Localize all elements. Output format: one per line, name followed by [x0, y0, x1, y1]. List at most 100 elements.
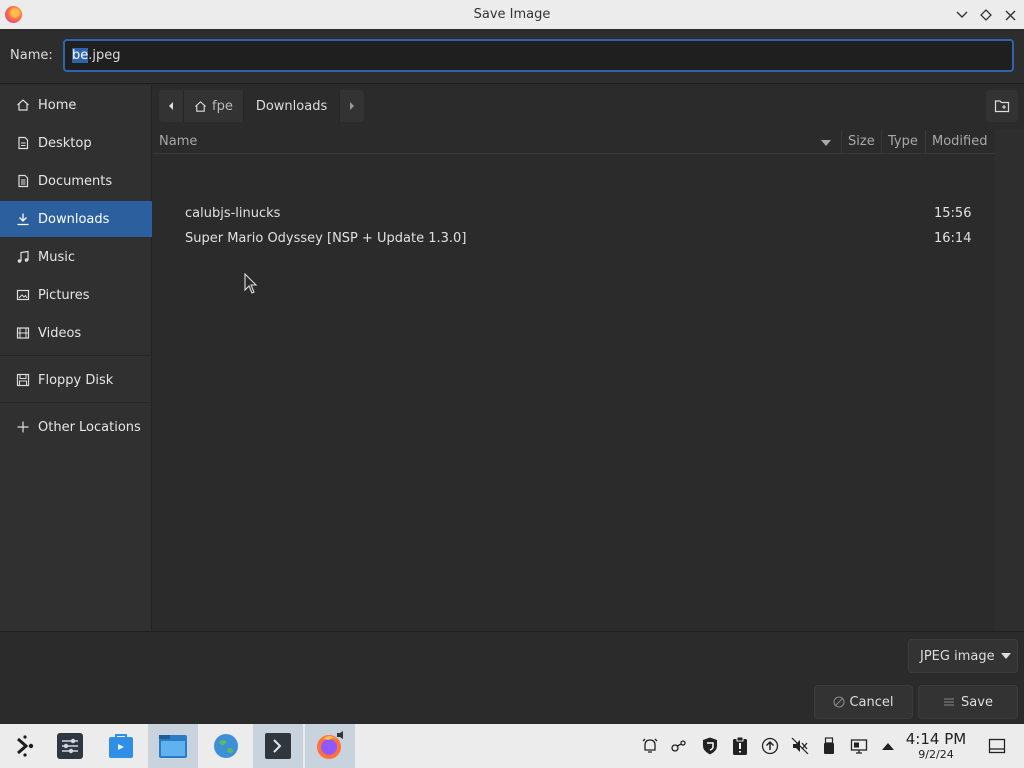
display-icon[interactable]	[848, 734, 870, 758]
sidebar-item-music[interactable]: Music	[0, 239, 152, 275]
folder-app-icon	[159, 735, 187, 758]
taskbar-files[interactable]	[148, 724, 198, 768]
file-type-label: JPEG image	[920, 648, 995, 664]
show-desktop-icon[interactable]	[986, 734, 1008, 758]
discover-store-icon	[109, 734, 133, 758]
column-header: Name Size Type Modified	[153, 130, 995, 154]
update-icon[interactable]	[759, 734, 781, 758]
sidebar-item-label: Floppy Disk	[38, 372, 114, 388]
videos-icon	[16, 326, 30, 340]
column-name-label: Name	[159, 134, 198, 149]
file-name: calubjs-linucks	[185, 206, 281, 221]
taskbar-browser[interactable]	[201, 724, 251, 768]
sidebar-item-label: Other Locations	[38, 419, 141, 435]
sidebar-item-downloads[interactable]: Downloads	[0, 201, 152, 237]
sidebar-item-label: Documents	[38, 173, 113, 189]
taskbar-settings[interactable]	[45, 724, 95, 768]
notifications-icon[interactable]	[639, 734, 661, 758]
places-sidebar: Home Desktop Documents Downloads Music P…	[0, 85, 152, 631]
app-launcher-button[interactable]	[0, 724, 50, 768]
new-folder-button[interactable]	[986, 90, 1018, 122]
path-button-home[interactable]: fpe	[184, 90, 244, 122]
plus-icon	[16, 420, 30, 434]
sidebar-item-label: Music	[38, 249, 75, 265]
table-row[interactable]: calubjs-linucks 15:56	[153, 201, 995, 226]
file-type-dropdown[interactable]: JPEG image	[908, 639, 1018, 673]
desktop-icon	[16, 136, 30, 150]
floppy-icon	[16, 373, 30, 387]
path-current-label: Downloads	[255, 98, 328, 114]
close-button[interactable]	[1000, 5, 1020, 25]
taskbar-terminal[interactable]	[253, 724, 303, 768]
settings-app-icon	[57, 733, 83, 759]
firefox-icon	[317, 731, 343, 759]
window-title: Save Image	[473, 7, 551, 22]
sort-down-icon	[821, 140, 831, 146]
cancel-button[interactable]: Cancel	[814, 685, 913, 719]
column-type[interactable]: Type	[881, 130, 925, 154]
column-size[interactable]: Size	[841, 130, 881, 154]
name-input-extension: .jpeg	[88, 48, 121, 63]
sidebar-item-documents[interactable]: Documents	[0, 163, 152, 199]
shield-icon[interactable]	[699, 734, 721, 758]
downloads-icon	[16, 212, 30, 226]
taskbar: 4:14 PM 9/2/24	[0, 724, 1024, 768]
sidebar-item-floppy-disk[interactable]: Floppy Disk	[0, 362, 152, 398]
name-label: Name:	[10, 48, 53, 63]
new-folder-icon	[994, 100, 1010, 113]
home-icon	[16, 98, 30, 112]
sidebar-item-label: Home	[38, 97, 77, 113]
column-type-label: Type	[888, 134, 918, 149]
column-modified-label: Modified	[932, 134, 988, 149]
save-icon	[944, 698, 955, 706]
column-name[interactable]: Name	[153, 130, 841, 154]
usb-drive-icon[interactable]	[818, 734, 840, 758]
cancel-icon	[833, 696, 846, 708]
sidebar-item-desktop[interactable]: Desktop	[0, 125, 152, 161]
arrow-right-icon	[350, 102, 355, 110]
file-name: Super Mario Odyssey [NSP + Update 1.3.0]	[185, 231, 467, 246]
path-back-button[interactable]	[159, 90, 184, 122]
clock-time: 4:14 PM	[905, 730, 967, 748]
table-row[interactable]: Super Mario Odyssey [NSP + Update 1.3.0]…	[153, 226, 995, 251]
file-list: Name Size Type Modified calubjs-linucks …	[153, 130, 995, 631]
save-button[interactable]: Save	[918, 685, 1018, 719]
title-bar: Save Image	[0, 0, 1024, 29]
taskbar-clock[interactable]: 4:14 PM 9/2/24	[900, 730, 972, 762]
sidebar-item-pictures[interactable]: Pictures	[0, 277, 152, 313]
column-size-label: Size	[848, 134, 875, 149]
save-label: Save	[961, 694, 993, 710]
music-icon	[16, 250, 30, 264]
arrow-left-icon	[169, 102, 173, 110]
volume-muted-icon[interactable]	[789, 734, 811, 758]
name-input[interactable]: be.jpeg	[63, 39, 1014, 72]
launcher-icon	[17, 735, 34, 757]
clock-date: 9/2/24	[918, 748, 954, 761]
pictures-icon	[16, 288, 30, 302]
home-icon	[195, 100, 206, 112]
mouse-cursor-icon	[244, 273, 258, 294]
path-bar: fpe Downloads	[159, 90, 365, 122]
sidebar-item-label: Videos	[38, 325, 82, 341]
sidebar-item-videos[interactable]: Videos	[0, 315, 152, 351]
dialog-footer: JPEG image Cancel Save	[0, 631, 1024, 724]
sidebar-item-label: Downloads	[38, 211, 110, 227]
documents-icon	[16, 174, 30, 188]
terminal-icon	[265, 733, 291, 759]
tray-expand-icon[interactable]	[877, 734, 899, 758]
restore-button[interactable]	[976, 5, 996, 25]
clipboard-alert-icon[interactable]	[729, 734, 751, 758]
sidebar-item-other-locations[interactable]: Other Locations	[0, 409, 152, 445]
taskbar-discover[interactable]	[96, 724, 146, 768]
sidebar-item-home[interactable]: Home	[0, 87, 152, 123]
path-forward-button[interactable]	[340, 90, 364, 122]
scrollbar[interactable]	[995, 130, 1024, 631]
taskbar-firefox[interactable]	[305, 724, 355, 768]
sidebar-separator	[0, 402, 152, 403]
path-button-downloads[interactable]: Downloads	[243, 90, 341, 122]
minimize-button[interactable]	[952, 5, 972, 25]
network-icon[interactable]	[668, 734, 690, 758]
chevron-down-icon	[1000, 653, 1011, 659]
column-modified[interactable]: Modified	[925, 130, 995, 154]
file-modified: 15:56	[934, 206, 972, 221]
